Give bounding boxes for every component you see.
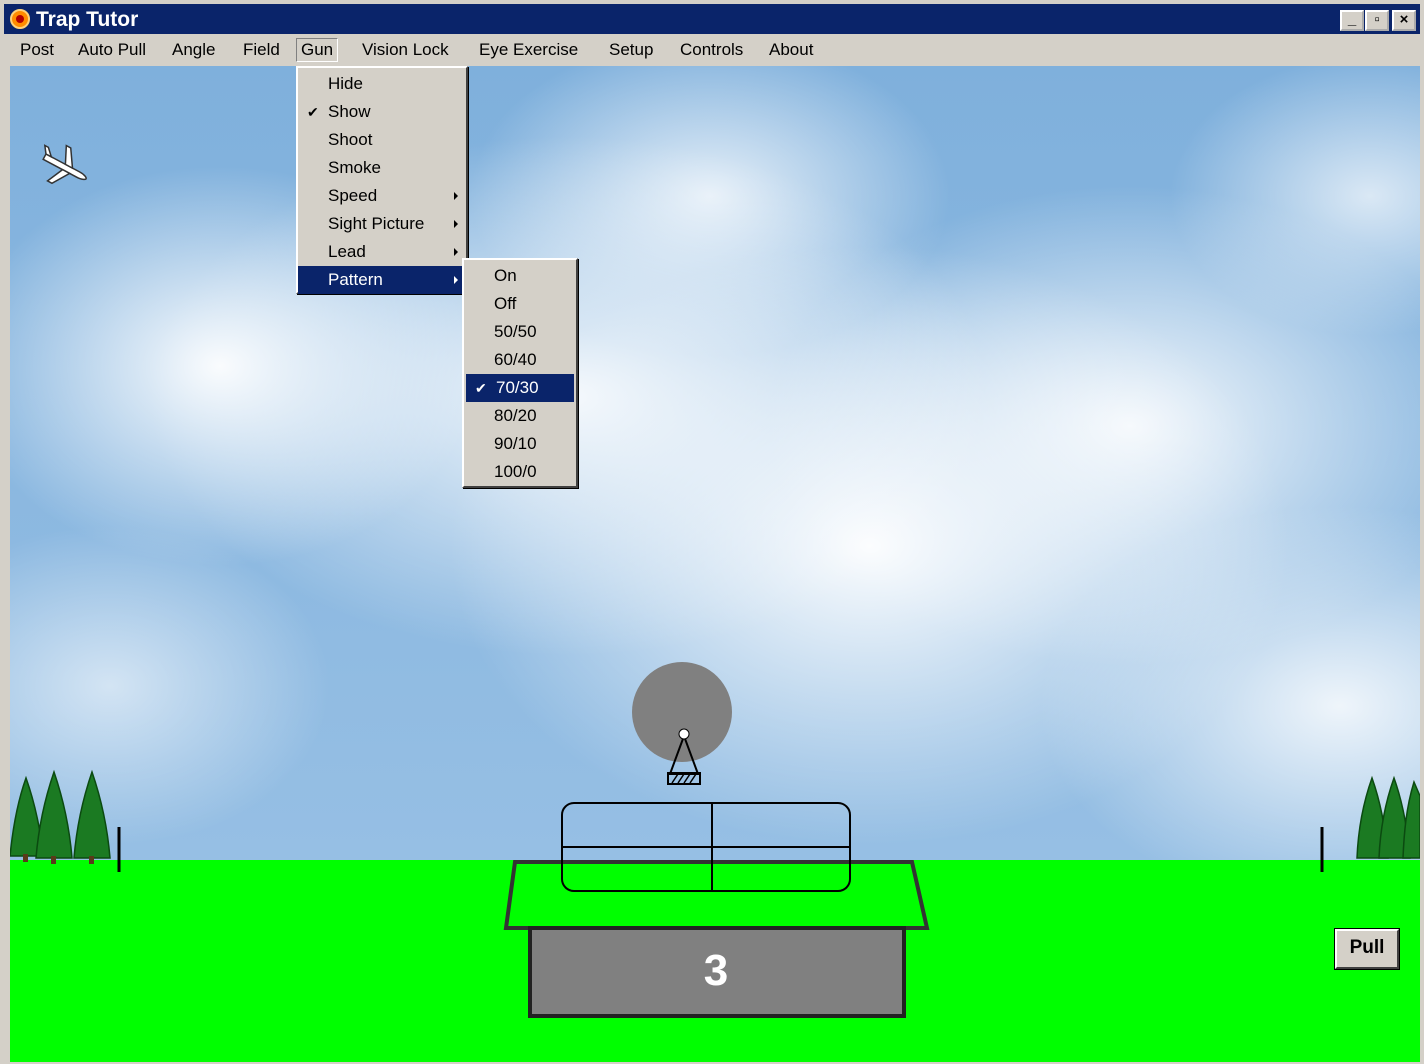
tree-icon — [35, 769, 73, 864]
pattern-option-80-20[interactable]: 80/20 — [464, 402, 576, 430]
submenu-arrow-icon — [454, 192, 458, 200]
pattern-option-60-40[interactable]: 60/40 — [464, 346, 576, 374]
menu-option-label: 100/0 — [494, 462, 537, 481]
title-bar[interactable]: Trap Tutor _ ▫ × — [4, 4, 1420, 34]
menu-auto-pull[interactable]: Auto Pull — [74, 38, 150, 62]
pattern-option-100-0[interactable]: 100/0 — [464, 458, 576, 486]
trap-house-roof — [503, 860, 930, 930]
menu-bar: Post Auto Pull Angle Field Gun Vision Lo… — [4, 34, 1420, 66]
menu-eye-exercise[interactable]: Eye Exercise — [475, 38, 582, 62]
app-icon[interactable] — [10, 9, 30, 29]
gun-menu: Hide ✔ Show Shoot Smoke Speed Sight Pict… — [296, 66, 468, 294]
menu-setup[interactable]: Setup — [605, 38, 657, 62]
check-icon: ✔ — [475, 380, 487, 396]
game-scene[interactable]: 3 Pull — [10, 66, 1420, 1062]
menu-post[interactable]: Post — [16, 38, 58, 62]
submenu-arrow-icon — [454, 248, 458, 256]
menu-option-show[interactable]: ✔ Show — [298, 98, 466, 126]
menu-controls[interactable]: Controls — [676, 38, 747, 62]
submenu-arrow-icon — [454, 220, 458, 228]
pull-button[interactable]: Pull — [1335, 929, 1399, 969]
menu-option-label: Show — [328, 102, 371, 121]
menu-option-label: 60/40 — [494, 350, 537, 369]
menu-option-sight-picture[interactable]: Sight Picture — [298, 210, 466, 238]
menu-vision-lock[interactable]: Vision Lock — [358, 38, 453, 62]
airplane-icon — [42, 144, 87, 185]
menu-option-label: 50/50 — [494, 322, 537, 341]
restore-button[interactable]: ▫ — [1365, 10, 1389, 31]
menu-gun[interactable]: Gun — [296, 38, 339, 62]
menu-option-label: Sight Picture — [328, 214, 425, 233]
menu-angle[interactable]: Angle — [168, 38, 219, 62]
pattern-option-70-30[interactable]: ✔ 70/30 — [466, 374, 574, 402]
menu-option-label: 70/30 — [496, 378, 539, 397]
menu-option-label: Smoke — [328, 158, 381, 177]
trap-house-number: 3 — [703, 946, 729, 995]
app-window: Trap Tutor _ ▫ × Post Auto Pull Angle Fi… — [0, 0, 1424, 1064]
scene-graphics — [10, 144, 1420, 1018]
tree-icon — [1402, 779, 1420, 859]
menu-option-pattern[interactable]: Pattern — [298, 266, 466, 294]
menu-option-label: 80/20 — [494, 406, 537, 425]
window-title: Trap Tutor — [36, 8, 139, 31]
menu-field[interactable]: Field — [239, 38, 284, 62]
restore-icon: ▫ — [1374, 11, 1380, 28]
close-button[interactable]: × — [1392, 10, 1416, 31]
menu-option-label: Hide — [328, 74, 363, 93]
pattern-submenu: On Off 50/50 60/40 ✔ 70/30 80/20 90/10 1… — [462, 258, 578, 488]
menu-option-smoke[interactable]: Smoke — [298, 154, 466, 182]
menu-option-label: 90/10 — [494, 434, 537, 453]
pattern-circle — [632, 662, 732, 762]
check-icon: ✔ — [307, 104, 319, 120]
menu-option-lead[interactable]: Lead — [298, 238, 466, 266]
menu-option-label: On — [494, 266, 517, 285]
menu-option-label: Lead — [328, 242, 366, 261]
menu-option-label: Off — [494, 294, 517, 313]
menu-option-hide[interactable]: Hide — [298, 70, 466, 98]
menu-option-label: Speed — [328, 186, 378, 205]
minimize-icon: _ — [1347, 11, 1357, 28]
submenu-arrow-icon — [454, 276, 458, 284]
menu-option-label: Pattern — [328, 270, 383, 289]
close-icon: × — [1399, 11, 1409, 28]
tree-icon — [73, 769, 111, 864]
minimize-button[interactable]: _ — [1340, 10, 1364, 31]
menu-option-speed[interactable]: Speed — [298, 182, 466, 210]
menu-about[interactable]: About — [765, 38, 817, 62]
menu-option-shoot[interactable]: Shoot — [298, 126, 466, 154]
pattern-option-90-10[interactable]: 90/10 — [464, 430, 576, 458]
pattern-option-on[interactable]: On — [464, 262, 576, 290]
menu-option-label: Shoot — [328, 130, 373, 149]
pattern-option-off[interactable]: Off — [464, 290, 576, 318]
pattern-option-50-50[interactable]: 50/50 — [464, 318, 576, 346]
